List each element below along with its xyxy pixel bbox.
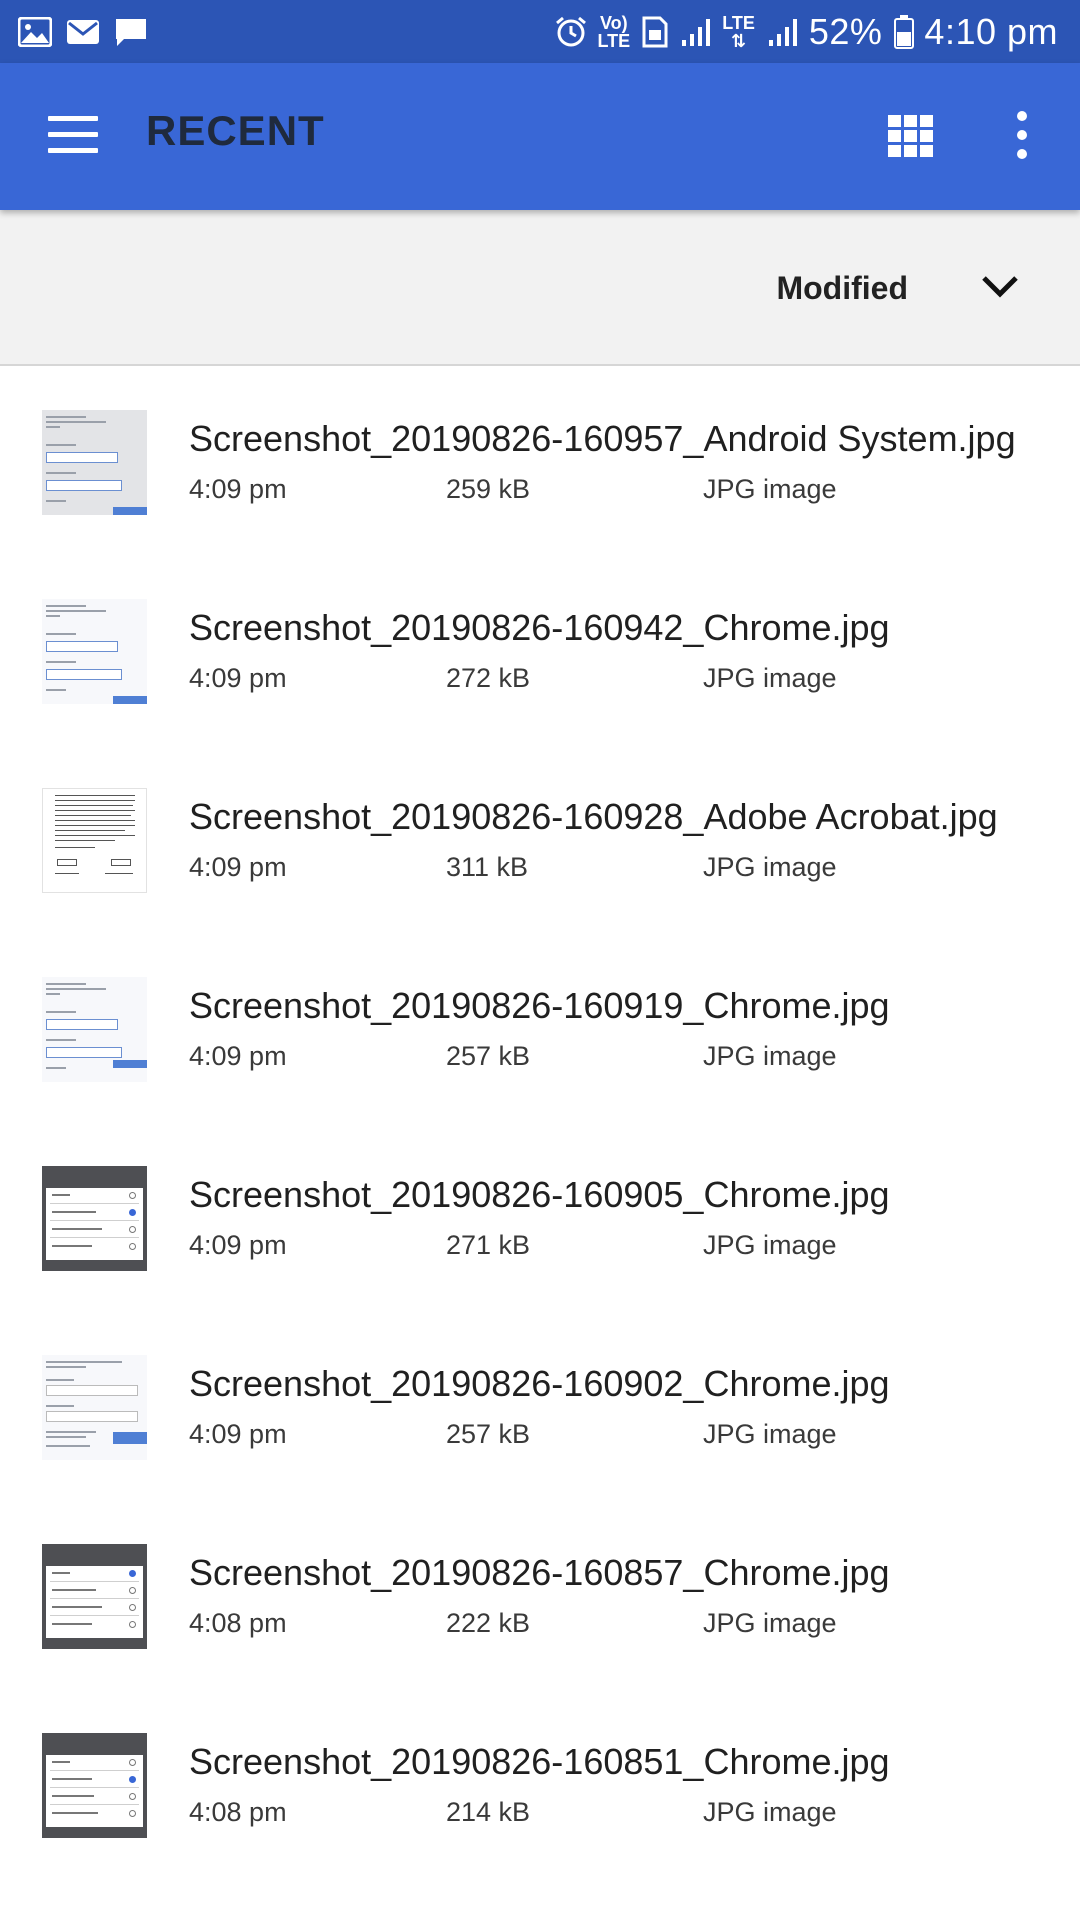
volte-label: Vo): [600, 12, 628, 33]
file-time: 4:09 pm: [189, 1230, 287, 1260]
sim-icon: [642, 16, 668, 47]
file-type: JPG image: [703, 1608, 837, 1638]
file-size: 271 kB: [446, 1230, 531, 1260]
list-item[interactable]: Screenshot_20190826-160851_Chrome.jpg 4:…: [0, 1689, 1080, 1878]
file-type: JPG image: [703, 1419, 837, 1449]
sort-bar: Modified: [0, 210, 1080, 366]
lte-network-label: LTE: [722, 12, 755, 33]
file-thumbnail: [42, 410, 147, 515]
file-time: 4:09 pm: [189, 1419, 287, 1449]
gallery-icon: [18, 16, 52, 47]
file-type: JPG image: [703, 852, 837, 882]
file-time: 4:09 pm: [189, 1041, 287, 1071]
file-size: 257 kB: [446, 1419, 531, 1449]
file-name: Screenshot_20190826-160902_Chrome.jpg: [189, 1363, 890, 1404]
list-item[interactable]: Screenshot_20190826-160857_Chrome.jpg 4:…: [0, 1500, 1080, 1689]
file-name: Screenshot_20190826-160851_Chrome.jpg: [189, 1741, 890, 1782]
menu-icon[interactable]: [48, 116, 98, 158]
list-item[interactable]: Screenshot_20190826-160905_Chrome.jpg 4:…: [0, 1122, 1080, 1311]
file-thumbnail: [42, 1166, 147, 1271]
signal-icon: [768, 18, 797, 46]
alarm-icon: [555, 16, 586, 46]
file-type: JPG image: [703, 1797, 837, 1827]
file-thumbnail: [42, 1544, 147, 1649]
battery-percent: 52%: [808, 10, 883, 52]
file-thumbnail: [42, 1733, 147, 1838]
system-icons: Vo) LTE LTE ⇅ 52% 4:10 pm: [542, 11, 1058, 53]
file-time: 4:08 pm: [189, 1608, 287, 1638]
status-bar: Vo) LTE LTE ⇅ 52% 4:10 pm: [0, 0, 1080, 63]
file-thumbnail: [42, 977, 147, 1082]
clock: 4:10 pm: [924, 10, 1058, 52]
file-size: 259 kB: [446, 474, 531, 504]
file-type: JPG image: [703, 663, 837, 693]
file-type: JPG image: [703, 474, 837, 504]
file-name: Screenshot_20190826-160957_Android Syste…: [189, 418, 1016, 459]
file-type: JPG image: [703, 1230, 837, 1260]
app-toolbar: RECENT: [0, 63, 1080, 210]
file-name: Screenshot_20190826-160919_Chrome.jpg: [189, 985, 890, 1026]
sort-label[interactable]: Modified: [776, 270, 908, 307]
file-thumbnail: [42, 599, 147, 704]
list-item[interactable]: Screenshot_20190826-160942_Chrome.jpg 4:…: [0, 555, 1080, 744]
chat-icon: [116, 18, 146, 46]
file-time: 4:09 pm: [189, 852, 287, 882]
lte-label: LTE: [597, 30, 631, 51]
file-time: 4:09 pm: [189, 663, 287, 693]
list-item[interactable]: Screenshot_20190826-160902_Chrome.jpg 4:…: [0, 1311, 1080, 1500]
file-time: 4:08 pm: [189, 1797, 287, 1827]
file-name: Screenshot_20190826-160857_Chrome.jpg: [189, 1552, 890, 1593]
file-size: 222 kB: [446, 1608, 531, 1638]
list-item[interactable]: Screenshot_20190826-160919_Chrome.jpg 4:…: [0, 933, 1080, 1122]
file-time: 4:09 pm: [189, 474, 287, 504]
list-item[interactable]: Screenshot_20190826-160957_Android Syste…: [0, 366, 1080, 555]
signal-icon: [682, 18, 711, 46]
email-icon: [67, 19, 99, 44]
file-type: JPG image: [703, 1041, 837, 1071]
page-title: RECENT: [146, 107, 325, 154]
chevron-down-icon[interactable]: [980, 274, 1020, 300]
file-thumbnail: [42, 788, 147, 893]
volte-icon: Vo) LTE: [598, 14, 631, 50]
grid-view-icon[interactable]: [888, 115, 934, 157]
more-vert-icon[interactable]: [1010, 111, 1034, 161]
lte-icon: LTE ⇅: [722, 12, 755, 51]
battery-icon: [894, 14, 915, 49]
file-size: 257 kB: [446, 1041, 531, 1071]
file-name: Screenshot_20190826-160928_Adobe Acrobat…: [189, 796, 998, 837]
file-name: Screenshot_20190826-160942_Chrome.jpg: [189, 607, 890, 648]
file-name: Screenshot_20190826-160905_Chrome.jpg: [189, 1174, 890, 1215]
file-thumbnail: [42, 1355, 147, 1460]
file-list: Screenshot_20190826-160957_Android Syste…: [0, 366, 1080, 1878]
file-size: 214 kB: [446, 1797, 531, 1827]
file-size: 311 kB: [446, 852, 529, 882]
list-item[interactable]: Screenshot_20190826-160928_Adobe Acrobat…: [0, 744, 1080, 933]
notification-icons: [18, 16, 162, 47]
file-size: 272 kB: [446, 663, 531, 693]
